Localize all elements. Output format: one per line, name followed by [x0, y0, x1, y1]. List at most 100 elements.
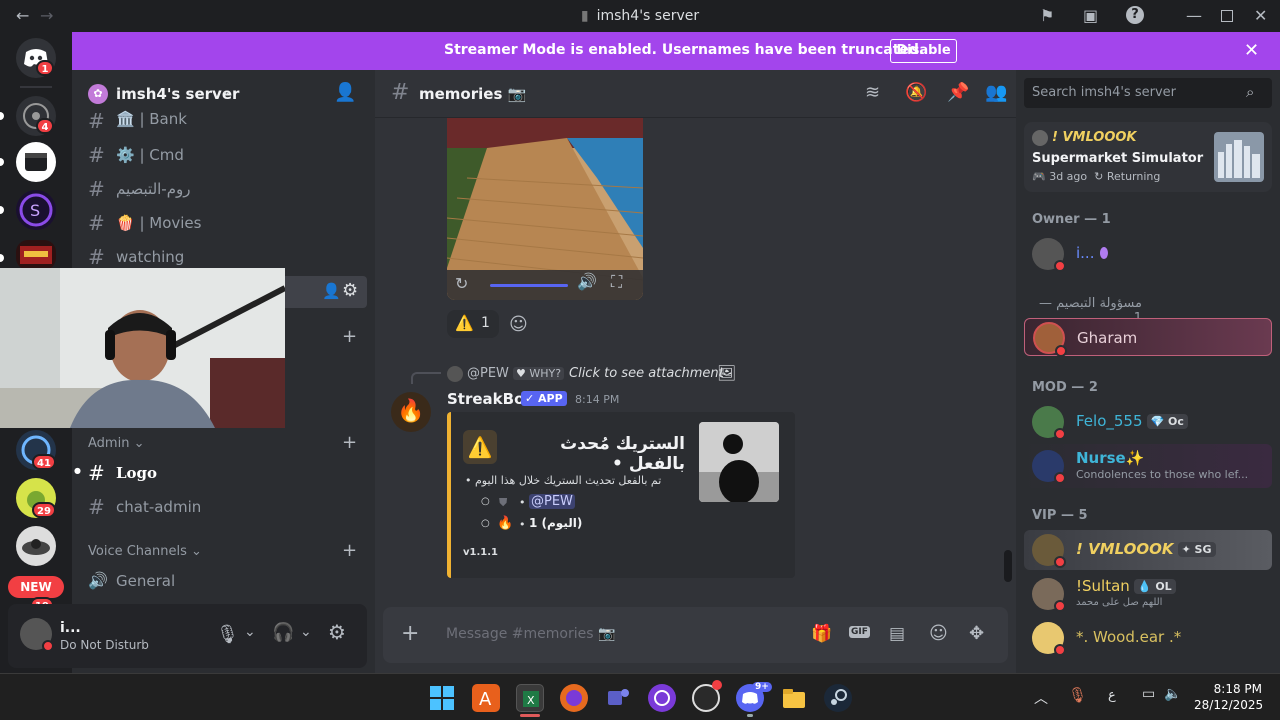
pin-icon[interactable]: 📌: [947, 82, 969, 103]
emoji-icon[interactable]: ☺: [929, 623, 948, 644]
teams-icon[interactable]: [604, 684, 632, 712]
unread-pill: [0, 254, 4, 262]
user-panel: i... Do Not Disturb 🎙 ⌄ 🎧 ⌄ ⚙: [8, 604, 367, 668]
fire-icon: 🔥: [497, 516, 514, 531]
clock-time[interactable]: 8:18 PM: [1200, 682, 1262, 696]
steam-icon[interactable]: [824, 684, 852, 712]
reply-connector: [411, 372, 441, 384]
headphones-icon[interactable]: 🎧: [272, 622, 294, 643]
volume-icon[interactable]: 🔈: [1164, 686, 1181, 702]
gift-icon[interactable]: 🎁: [811, 624, 832, 644]
message-author[interactable]: StreakBot: [447, 390, 532, 408]
sticker-icon[interactable]: ▤: [889, 624, 905, 644]
scrollbar-thumb[interactable]: [1004, 550, 1012, 582]
gif-icon[interactable]: GIF: [849, 626, 870, 638]
app-circle-icon[interactable]: [648, 684, 676, 712]
close-banner-icon[interactable]: ✕: [1244, 40, 1259, 61]
threads-icon[interactable]: ≋: [865, 82, 880, 103]
hash-icon: #: [88, 177, 105, 201]
channel-bank[interactable]: # 🏛️ | Bank: [88, 104, 366, 136]
tray-expand-icon[interactable]: ︿: [1034, 688, 1048, 708]
server-icon-2[interactable]: [16, 142, 56, 182]
dnd-status-icon: [1054, 600, 1066, 612]
hash-icon: #: [391, 80, 410, 105]
image-icon: 🖼: [717, 364, 737, 382]
search-input[interactable]: Search imsh4's server ⌕: [1024, 78, 1272, 108]
fullscreen-icon[interactable]: ⛶: [611, 272, 622, 292]
add-admin-channel-icon[interactable]: +: [342, 432, 357, 453]
member-felo[interactable]: Felo_555 💎 Oc: [1024, 400, 1272, 444]
add-member-icon[interactable]: 👤: [322, 282, 341, 300]
member-sultan[interactable]: !Sultan 💧 OL اللهم صل على محمد: [1024, 572, 1272, 616]
voice-channel-general[interactable]: 🔊 General: [88, 564, 366, 596]
reaction-warning[interactable]: ⚠️ 1: [447, 310, 499, 338]
member-list-icon[interactable]: 👥: [985, 82, 1007, 103]
minimize-icon[interactable]: —: [1186, 6, 1202, 25]
embed-thumbnail[interactable]: [699, 422, 779, 502]
title-bar: ← → ▮ imsh4's server ⚑ ▣ ? — ✕: [0, 0, 1280, 32]
voice-category[interactable]: Voice Channels ⌄: [88, 544, 202, 559]
server-1-badge: 4: [36, 118, 54, 134]
video-attachment[interactable]: ↻ 🔊 ⛶: [447, 118, 643, 300]
obs-icon[interactable]: [692, 680, 722, 712]
file-explorer-icon[interactable]: [780, 684, 808, 712]
invite-people-icon[interactable]: 👤: [334, 82, 356, 103]
embed-user-mention[interactable]: @PEW: [529, 494, 575, 509]
member-vmlooook[interactable]: ! VMLOOOK ✦ SG: [1024, 530, 1272, 570]
channel-movies[interactable]: # 🍿 | Movies: [88, 206, 366, 238]
member-nurse[interactable]: Nurse✨ Condolences to those who lef...: [1024, 444, 1272, 488]
excel-icon[interactable]: X: [516, 684, 544, 712]
server-icon-4[interactable]: [16, 240, 56, 270]
embed-streak: 1 (اليوم): [529, 516, 583, 530]
channel-arabic[interactable]: # روم-التبصيم: [88, 172, 366, 204]
volume-icon[interactable]: 🔊: [577, 272, 597, 291]
firefox-icon[interactable]: [560, 684, 588, 712]
streakbot-avatar[interactable]: 🔥: [391, 392, 431, 432]
app-a-icon[interactable]: A: [472, 684, 500, 712]
clock-date[interactable]: 28/12/2025: [1194, 698, 1263, 712]
channel-cmd[interactable]: # ⚙️ | Cmd: [88, 138, 366, 170]
channel-chat-admin[interactable]: # chat-admin: [88, 490, 366, 522]
add-attachment-plus-icon[interactable]: +: [401, 621, 419, 646]
reply-text[interactable]: Click to see attachment: [569, 366, 724, 381]
member-gharam[interactable]: Gharam: [1024, 318, 1272, 357]
hash-icon: #: [88, 109, 105, 133]
gear-icon[interactable]: ⚙: [342, 280, 358, 301]
add-reaction-icon[interactable]: ☺: [509, 314, 528, 335]
chevron-down-icon[interactable]: ⌄: [300, 624, 312, 640]
message-input[interactable]: Message #memories 📷: [446, 626, 615, 642]
chevron-down-icon[interactable]: ⌄: [244, 624, 256, 640]
new-badge[interactable]: NEW: [8, 576, 64, 598]
add-channel-plus-icon[interactable]: +: [342, 326, 357, 347]
member-name: *. Wood.ear .*: [1076, 628, 1182, 646]
apps-icon[interactable]: ✥: [969, 623, 984, 644]
start-button[interactable]: [428, 684, 456, 712]
member-owner[interactable]: i... ⬮: [1024, 232, 1272, 276]
reply-avatar: [447, 366, 463, 382]
mute-bell-icon[interactable]: 🔕: [905, 82, 927, 103]
member-custom-status: اللهم صل على محمد: [1076, 597, 1163, 608]
maximize-icon[interactable]: [1221, 10, 1233, 22]
activity-card[interactable]: ! VMLOOOK Supermarket Simulator 🎮 3d ago…: [1024, 122, 1272, 192]
help-icon[interactable]: ?: [1126, 6, 1144, 24]
disable-button[interactable]: Disable: [890, 39, 957, 63]
server-icon-7[interactable]: [16, 526, 56, 566]
replay-icon[interactable]: ↻: [455, 274, 468, 293]
inbox-flag-icon[interactable]: ⚑: [1040, 6, 1054, 25]
language-indicator[interactable]: ع: [1108, 688, 1116, 703]
inbox-icon[interactable]: ▣: [1083, 6, 1098, 25]
close-window-icon[interactable]: ✕: [1254, 6, 1267, 25]
server-icon-3[interactable]: S: [16, 190, 56, 230]
channel-logo[interactable]: ● # Logo: [74, 456, 366, 488]
add-voice-channel-icon[interactable]: +: [342, 540, 357, 561]
admin-category[interactable]: Admin ⌄: [88, 436, 144, 451]
user-settings-gear-icon[interactable]: ⚙: [328, 620, 346, 644]
windows-taskbar: A X 9+ ︿ 🎙 ع ▭ 🔈 8:18 PM 28/12/2025: [0, 673, 1280, 720]
reply-username[interactable]: @PEW: [467, 366, 509, 381]
activity-user: ! VMLOOOK: [1052, 130, 1137, 145]
member-wood[interactable]: *. Wood.ear .*: [1024, 616, 1272, 660]
network-icon[interactable]: ▭: [1142, 686, 1155, 702]
tray-mic-icon[interactable]: 🎙: [1068, 686, 1087, 704]
rail-divider: [20, 86, 52, 88]
microphone-icon[interactable]: 🎙: [216, 624, 239, 645]
